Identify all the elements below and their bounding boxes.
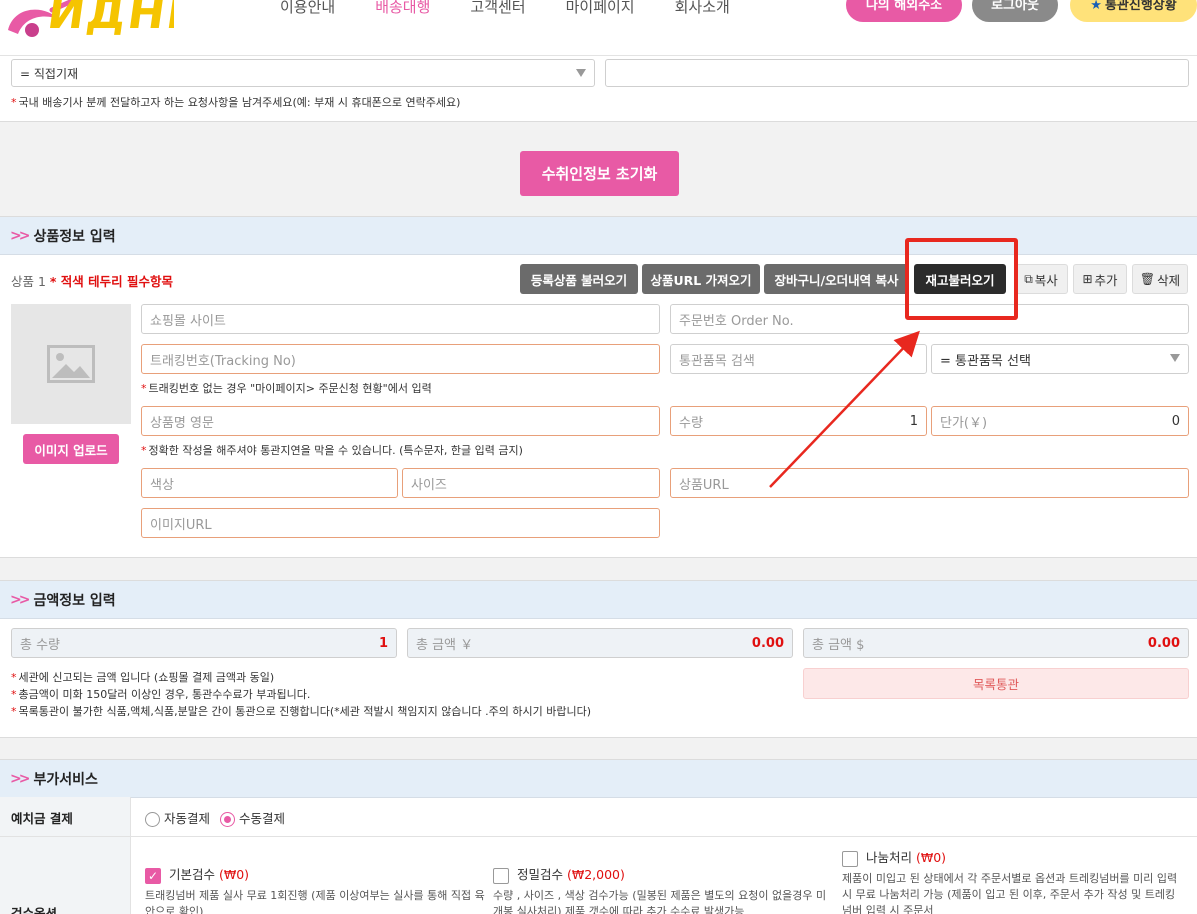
precise-inspection-desc: 수량 , 사이즈 , 색상 검수가능 (밀봉된 제품은 별도의 요청이 없을경우…: [493, 888, 827, 914]
nav-mypage[interactable]: 마이페이지: [566, 0, 635, 18]
split-service-desc: 제품이 미입고 된 상태에서 각 주문서별로 옵션과 트레킹넘버를 미리 입력시…: [842, 871, 1178, 914]
precise-inspection-checkbox[interactable]: [493, 867, 509, 884]
amount-note: * 목록통관이 불가한 식품,액체,식품,분말은 간이 통관으로 진행합니다(*세…: [11, 705, 592, 718]
precise-inspection-option: 정밀검수 (₩2,000) 수량 , 사이즈 , 색상 검수가능 (밀봉된 제품…: [493, 864, 833, 914]
precise-inspection-label[interactable]: 정밀검수: [517, 867, 563, 882]
logo-wordmark: ИДНЬ: [44, 0, 174, 39]
image-icon: [47, 345, 95, 383]
size-input[interactable]: 사이즈: [402, 468, 660, 498]
auto-pay-label[interactable]: 자동결제: [164, 811, 210, 826]
add-label: 추가: [1094, 272, 1118, 288]
image-url-input[interactable]: 이미지URL: [141, 508, 660, 538]
load-registered-button[interactable]: 등록상품 불러오기: [520, 264, 638, 294]
amount-notes: * 세관에 신고되는 금액 입니다 (쇼핑몰 결제 금액과 동일) * 총금액이 미…: [11, 669, 591, 720]
nav-guide[interactable]: 이용안내: [280, 0, 335, 18]
split-service-price: (₩0): [915, 850, 947, 865]
extra-section-title: 부가서비스: [33, 771, 98, 788]
amount-section-header: >> 금액정보 입력: [0, 581, 1197, 619]
precise-inspection-price: (₩2,000): [566, 867, 625, 882]
copy-cart-button[interactable]: 장바구니/오더내역 복사: [764, 264, 909, 294]
required-fields-note: * 적색 테두리 필수항목: [49, 274, 174, 289]
top-header: ИДНЬ 이용안내 배송대행 고객센터 마이페이지 회사소개 나의 해외주소 로…: [0, 0, 1197, 56]
product-section-title: 상품정보 입력: [33, 228, 116, 245]
manual-pay-label[interactable]: 수동결제: [239, 811, 285, 826]
main-nav: 이용안내 배송대행 고객센터 마이페이지 회사소개: [280, 0, 770, 18]
unit-price-input[interactable]: 단가(￥) 0: [931, 406, 1189, 436]
delete-label: 삭제: [1157, 272, 1181, 288]
delivery-request-select[interactable]: = 직접기재: [11, 59, 595, 87]
total-quantity-value: 1: [378, 635, 388, 651]
row-divider: [0, 836, 1197, 837]
quantity-input[interactable]: 수량 1: [670, 406, 927, 436]
manual-pay-radio[interactable]: [220, 812, 235, 827]
total-quantity-field: 총 수량 1: [11, 628, 397, 658]
star-icon: ★: [1090, 0, 1102, 13]
plus-box-icon: ⊞: [1082, 272, 1093, 286]
image-upload-button[interactable]: 이미지 업로드: [23, 434, 119, 464]
delivery-request-panel: = 직접기재 * 국내 배송기사 분께 전달하고자 하는 요청사항을 남겨주세요(…: [0, 56, 1197, 122]
delete-product-button[interactable]: 🗑 삭제: [1132, 264, 1188, 294]
auto-pay-radio[interactable]: [145, 812, 160, 827]
site-logo[interactable]: ИДНЬ: [4, 0, 174, 42]
basic-inspection-checkbox[interactable]: ✓: [145, 867, 161, 884]
customs-status-button[interactable]: ★ 통관진행상황: [1070, 0, 1197, 22]
chevron-down-icon: [576, 69, 586, 77]
basic-inspection-option: ✓ 기본검수 (₩0) 트래킹넘버 제품 실사 무료 1회진행 (제품 이상여부…: [145, 864, 485, 914]
product-item-label: 상품 1 * 적색 테두리 필수항목: [11, 274, 174, 289]
clearance-type-badge: 목록통관: [803, 668, 1189, 699]
basic-inspection-label[interactable]: 기본검수: [169, 867, 215, 882]
basic-inspection-desc: 트래킹넘버 제품 실사 무료 1회진행 (제품 이상여부는 실사를 통해 직접 …: [145, 888, 485, 914]
delivery-request-input[interactable]: [605, 59, 1189, 87]
chevron-down-icon: [1170, 354, 1180, 362]
reset-recipient-button[interactable]: 수취인정보 초기화: [520, 151, 679, 196]
nav-shipping[interactable]: 배송대행: [375, 0, 430, 18]
copy-icon: ⧉: [1024, 271, 1033, 286]
customs-search-input[interactable]: 통관품목 검색: [670, 344, 927, 374]
delivery-request-value: = 직접기재: [20, 66, 79, 81]
my-address-button[interactable]: 나의 해외주소: [846, 0, 962, 22]
fetch-url-button[interactable]: 상품URL 가져오기: [642, 264, 760, 294]
add-product-button[interactable]: ⊞ 추가: [1073, 264, 1127, 294]
trash-icon: 🗑: [1139, 272, 1156, 286]
tracking-no-input[interactable]: 트래킹번호(Tracking No): [141, 344, 660, 374]
total-yen-value: 0.00: [751, 635, 784, 651]
nav-company[interactable]: 회사소개: [675, 0, 730, 18]
delivery-request-note: * 국내 배송기사 분께 전달하고자 하는 요청사항을 남겨주세요(예: 부재 시…: [11, 96, 461, 109]
split-service-option: 나눔처리 (₩0) 제품이 미입고 된 상태에서 각 주문서별로 옵션과 트레킹…: [842, 847, 1182, 914]
split-service-checkbox[interactable]: [842, 850, 858, 867]
total-yen-field: 총 금액 ￥ 0.00: [407, 628, 793, 658]
split-service-label[interactable]: 나눔처리: [866, 850, 912, 865]
customs-item-select[interactable]: = 통관품목 선택: [931, 344, 1189, 374]
quantity-value: 1: [909, 413, 918, 429]
double-chevron-icon: >>: [10, 227, 31, 244]
copy-label: 복사: [1034, 272, 1058, 288]
product-url-input[interactable]: 상품URL: [670, 468, 1189, 498]
nav-support[interactable]: 고객센터: [470, 0, 525, 18]
deposit-payment-label: 예치금 결제: [11, 811, 73, 826]
amount-note: * 총금액이 미화 150달러 이상인 경우, 통관수수료가 부과됩니다.: [11, 688, 311, 701]
total-usd-value: 0.00: [1147, 635, 1180, 651]
inspection-option-label: 검수옵션: [11, 906, 58, 914]
shop-site-input[interactable]: 쇼핑몰 사이트: [141, 304, 660, 334]
annotation-highlight-box: [905, 238, 1018, 320]
color-input[interactable]: 색상: [141, 468, 398, 498]
amount-section-title: 금액정보 입력: [33, 592, 116, 609]
customs-item-value: = 통관품목 선택: [940, 353, 1031, 369]
double-chevron-icon: >>: [10, 770, 31, 787]
unit-price-value: 0: [1171, 413, 1180, 429]
copy-product-button[interactable]: ⧉ 복사: [1014, 264, 1068, 294]
deposit-payment-options: 자동결제 수동결제: [145, 808, 285, 827]
product-image-placeholder: [11, 304, 131, 424]
extra-section-header: >> 부가서비스: [0, 760, 1197, 798]
total-usd-field: 총 금액 $ 0.00: [803, 628, 1189, 658]
tracking-note: * 트래킹번호 없는 경우 "마이페이지> 주문신청 현황"에서 입력: [141, 382, 432, 395]
product-name-en-input[interactable]: 상품명 영문: [141, 406, 660, 436]
customs-status-label: 통관진행상황: [1104, 0, 1177, 13]
product-name-note: * 정확한 작성을 해주셔야 통관지연을 막을 수 있습니다. (특수문자, 한글…: [141, 444, 523, 457]
logout-button[interactable]: 로그아웃: [972, 0, 1058, 22]
double-chevron-icon: >>: [10, 591, 31, 608]
basic-inspection-price: (₩0): [218, 867, 250, 882]
amount-note: * 세관에 신고되는 금액 입니다 (쇼핑몰 결제 금액과 동일): [11, 671, 275, 684]
